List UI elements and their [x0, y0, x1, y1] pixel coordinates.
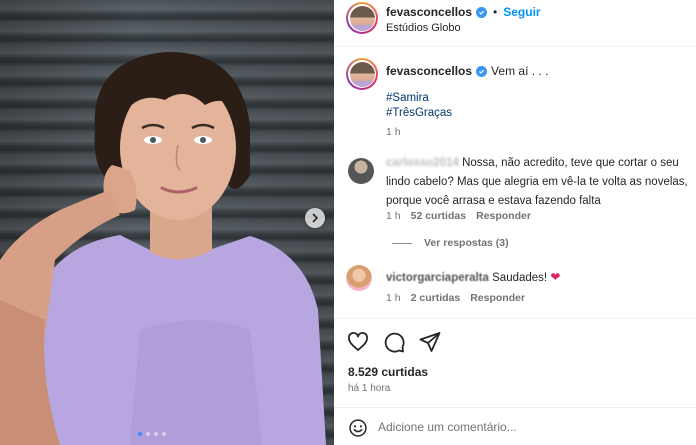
verified-badge-icon: [476, 65, 488, 77]
emoji-icon[interactable]: [348, 418, 368, 438]
caption-username[interactable]: fevasconcellos: [386, 64, 472, 78]
carousel-dot: [138, 432, 142, 436]
comment-meta: 1 h 2 curtidas Responder: [386, 292, 525, 304]
comment-1: carlosso2014 Nossa, não acredito, teve q…: [386, 154, 696, 211]
caption-avatar[interactable]: [346, 58, 378, 90]
comment-meta: 1 h 52 curtidas Responder: [386, 210, 531, 222]
author-username[interactable]: fevasconcellos: [386, 5, 472, 19]
carousel-next-button[interactable]: [305, 208, 325, 228]
carousel-dots: [138, 432, 166, 436]
post-photo[interactable]: [0, 0, 334, 445]
comment-icon[interactable]: [382, 330, 406, 354]
comment-time[interactable]: 1 h: [386, 210, 401, 222]
carousel-dot: [154, 432, 158, 436]
hashtag-link[interactable]: #TrêsGraças: [386, 107, 452, 119]
comment-likes[interactable]: 52 curtidas: [411, 210, 466, 222]
composer-divider: [334, 407, 696, 408]
hashtag-link[interactable]: #Samira: [386, 92, 429, 104]
actions-divider: [334, 318, 696, 319]
comment-2: victorgarciaperalta Saudades! ❤: [386, 268, 696, 288]
location-link[interactable]: Estúdios Globo: [386, 22, 461, 34]
caption: fevasconcellos Vem aí . . .: [386, 64, 548, 78]
header-divider: [334, 46, 696, 47]
caption-time[interactable]: 1 h: [386, 126, 401, 138]
reply-thread-line: [392, 243, 412, 244]
commenter-avatar[interactable]: [346, 265, 372, 291]
follow-button[interactable]: Seguir: [503, 5, 540, 19]
separator: •: [493, 5, 498, 19]
heart-emoji: ❤: [550, 270, 561, 284]
chevron-right-icon: [312, 213, 319, 223]
comment-likes[interactable]: 2 curtidas: [411, 292, 461, 304]
author-avatar[interactable]: [346, 2, 378, 34]
likes-count[interactable]: 8.529 curtidas: [348, 365, 428, 379]
carousel-dot: [146, 432, 150, 436]
commenter-avatar[interactable]: [348, 158, 374, 184]
action-bar: [346, 330, 442, 354]
portrait-image: [0, 51, 326, 445]
posted-time[interactable]: há 1 hora: [348, 383, 390, 394]
reply-button[interactable]: Responder: [470, 292, 525, 304]
comment-input[interactable]: [378, 420, 678, 434]
carousel-dot: [162, 432, 166, 436]
comment-username[interactable]: carlosso2014: [386, 157, 459, 169]
view-replies-button[interactable]: Ver respostas (3): [424, 237, 509, 249]
reply-button[interactable]: Responder: [476, 210, 531, 222]
comment-text: Saudades!: [492, 272, 548, 284]
post-header: fevasconcellos • Seguir: [386, 5, 541, 19]
comment-username[interactable]: victorgarciaperalta: [386, 272, 489, 284]
share-icon[interactable]: [418, 330, 442, 354]
comment-time[interactable]: 1 h: [386, 292, 401, 304]
heart-icon[interactable]: [346, 330, 370, 354]
post-sidebar: fevasconcellos • Seguir Estúdios Globo f…: [334, 0, 696, 445]
verified-badge-icon: [476, 6, 488, 18]
caption-text: Vem aí . . .: [491, 64, 549, 78]
